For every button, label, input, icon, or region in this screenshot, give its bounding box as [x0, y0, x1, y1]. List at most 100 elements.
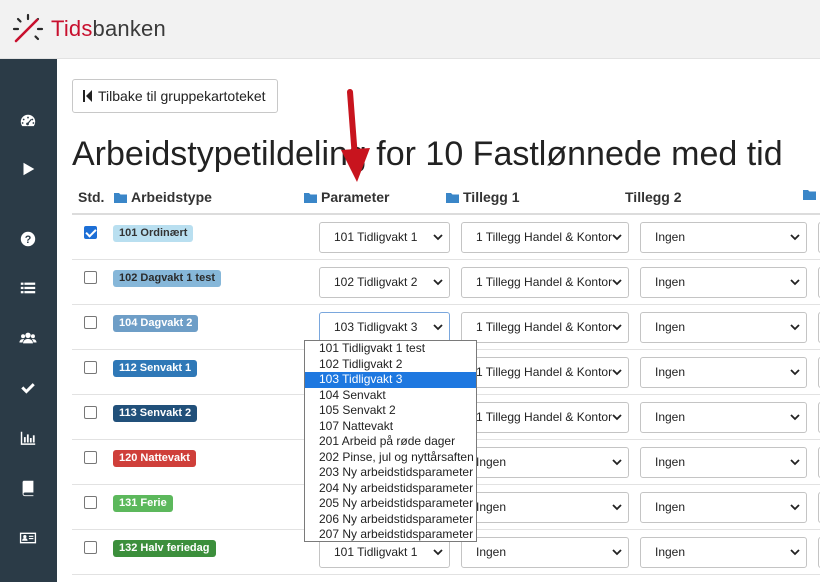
folder-icon	[304, 192, 317, 203]
tillegg2-select[interactable]: Ingen	[640, 447, 807, 478]
column-header-std: Std.	[78, 189, 105, 205]
tillegg2-select[interactable]: Ingen	[640, 312, 807, 343]
tillegg1-select[interactable]: 1 Tillegg Handel & Kontor	[461, 267, 629, 298]
check-icon[interactable]	[16, 376, 40, 400]
tillegg2-select[interactable]: Ingen	[640, 537, 807, 568]
chevron-down-icon	[612, 369, 622, 376]
work-type-badge: 113 Senvakt 2	[113, 405, 198, 422]
id-card-icon[interactable]	[16, 526, 40, 550]
chevron-down-icon	[612, 459, 622, 466]
tillegg1-select[interactable]: Ingen	[461, 537, 629, 568]
dropdown-option[interactable]: 204 Ny arbeidstidsparameter	[305, 481, 476, 497]
dropdown-option[interactable]: 203 Ny arbeidstidsparameter	[305, 465, 476, 481]
parameter-select[interactable]: 102 Tidligvakt 2	[319, 267, 450, 298]
std-checkbox[interactable]	[84, 451, 97, 464]
play-icon[interactable]	[16, 157, 40, 181]
dropdown-option[interactable]: 107 Nattevakt	[305, 419, 476, 435]
help-icon[interactable]: ?	[16, 227, 40, 251]
dropdown-option[interactable]: 103 Tidligvakt 3	[305, 372, 476, 388]
tillegg2-select[interactable]: Ingen	[640, 267, 807, 298]
std-checkbox[interactable]	[84, 271, 97, 284]
table-row: 102 Dagvakt 1 test 102 Tidligvakt 2 1 Till…	[72, 260, 820, 305]
chevron-down-icon	[790, 369, 800, 376]
work-type-badge: 102 Dagvakt 1 test	[113, 270, 221, 287]
svg-text:?: ?	[25, 234, 32, 246]
chevron-down-icon	[790, 324, 800, 331]
brand-name[interactable]: Tidsbanken	[51, 16, 166, 42]
column-header-arbeidstype[interactable]: Arbeidstype	[114, 189, 212, 205]
tillegg1-select[interactable]: 1 Tillegg Handel & Kontor	[461, 357, 629, 388]
work-type-badge: 104 Dagvakt 2	[113, 315, 199, 332]
chevron-down-icon	[790, 504, 800, 511]
chevron-down-icon	[433, 234, 443, 241]
dropdown-option[interactable]: 105 Senvakt 2	[305, 403, 476, 419]
dropdown-option[interactable]: 102 Tidligvakt 2	[305, 357, 476, 373]
std-checkbox[interactable]	[84, 496, 97, 509]
dropdown-option[interactable]: 205 Ny arbeidstidsparameter	[305, 496, 476, 512]
chevron-down-icon	[790, 279, 800, 286]
tillegg1-select[interactable]: 1 Tillegg Handel & Kontor	[461, 402, 629, 433]
std-checkbox[interactable]	[84, 541, 97, 554]
chevron-down-icon	[612, 324, 622, 331]
back-to-group-button[interactable]: Tilbake til gruppekartoteket	[72, 79, 278, 113]
work-type-badge: 131 Ferie	[113, 495, 173, 512]
chevron-down-icon	[433, 279, 443, 286]
work-type-badge: 132 Halv feriedag	[113, 540, 216, 557]
folder-icon	[446, 192, 459, 203]
column-header-parameter[interactable]: Parameter	[304, 189, 390, 205]
page-title: Arbeidstypetildeling for 10 Fastlønnede …	[72, 135, 783, 173]
top-bar: Tidsbanken	[0, 0, 820, 59]
tillegg1-select[interactable]: Ingen	[461, 447, 629, 478]
dropdown-option[interactable]: 101 Tidligvakt 1 test	[305, 341, 476, 357]
list-icon[interactable]	[16, 276, 40, 300]
std-checkbox[interactable]	[84, 316, 97, 329]
folder-icon	[803, 190, 816, 200]
column-header-tillegg2: Tillegg 2	[625, 189, 682, 205]
back-button-label: Tilbake til gruppekartoteket	[98, 88, 266, 104]
folder-icon	[114, 192, 127, 203]
column-header-tillegg3[interactable]	[803, 189, 820, 200]
std-checkbox[interactable]	[84, 226, 97, 239]
dropdown-option[interactable]: 206 Ny arbeidstidsparameter	[305, 512, 476, 528]
tillegg2-select[interactable]: Ingen	[640, 357, 807, 388]
sidebar: ?	[0, 59, 57, 582]
book-icon[interactable]	[16, 476, 40, 500]
users-icon[interactable]	[16, 326, 40, 350]
table-row: 101 Ordinært 101 Tidligvakt 1 1 Tillegg Ha…	[72, 215, 820, 260]
tidsbanken-logo-icon[interactable]	[11, 12, 45, 46]
brand-part-1: Tids	[51, 16, 93, 41]
chevron-down-icon	[612, 549, 622, 556]
parameter-select[interactable]: 103 Tidligvakt 3	[319, 312, 450, 343]
chevron-down-icon	[433, 549, 443, 556]
dashboard-icon[interactable]	[16, 109, 40, 133]
std-checkbox[interactable]	[84, 406, 97, 419]
work-type-badge: 101 Ordinært	[113, 225, 194, 242]
work-type-badge: 120 Nattevakt	[113, 450, 196, 467]
std-checkbox[interactable]	[84, 361, 97, 374]
work-type-badge: 112 Senvakt 1	[113, 360, 198, 377]
step-backward-icon	[83, 90, 92, 102]
chevron-down-icon	[612, 504, 622, 511]
parameter-select[interactable]: 101 Tidligvakt 1	[319, 222, 450, 253]
tillegg2-select[interactable]: Ingen	[640, 222, 807, 253]
bar-chart-icon[interactable]	[16, 426, 40, 450]
parameter-dropdown-list[interactable]: 101 Tidligvakt 1 test 102 Tidligvakt 2 103…	[304, 340, 477, 542]
dropdown-option[interactable]: 104 Senvakt	[305, 388, 476, 404]
chevron-down-icon	[612, 234, 622, 241]
chevron-down-icon	[433, 324, 443, 331]
tillegg1-select[interactable]: 1 Tillegg Handel & Kontor	[461, 312, 629, 343]
brand-part-2: banken	[92, 16, 166, 41]
dropdown-option[interactable]: 201 Arbeid på røde dager	[305, 434, 476, 450]
tillegg1-select[interactable]: Ingen	[461, 492, 629, 523]
annotation-arrow-icon	[341, 89, 370, 182]
tillegg1-select[interactable]: 1 Tillegg Handel & Kontor	[461, 222, 629, 253]
tillegg2-select[interactable]: Ingen	[640, 492, 807, 523]
tillegg2-select[interactable]: Ingen	[640, 402, 807, 433]
chevron-down-icon	[790, 414, 800, 421]
chevron-down-icon	[612, 414, 622, 421]
chevron-down-icon	[790, 234, 800, 241]
column-header-tillegg1[interactable]: Tillegg 1	[446, 189, 520, 205]
dropdown-option[interactable]: 207 Ny arbeidstidsparameter	[305, 527, 476, 543]
dropdown-option[interactable]: 202 Pinse, jul og nyttårsaften	[305, 450, 476, 466]
chevron-down-icon	[790, 459, 800, 466]
